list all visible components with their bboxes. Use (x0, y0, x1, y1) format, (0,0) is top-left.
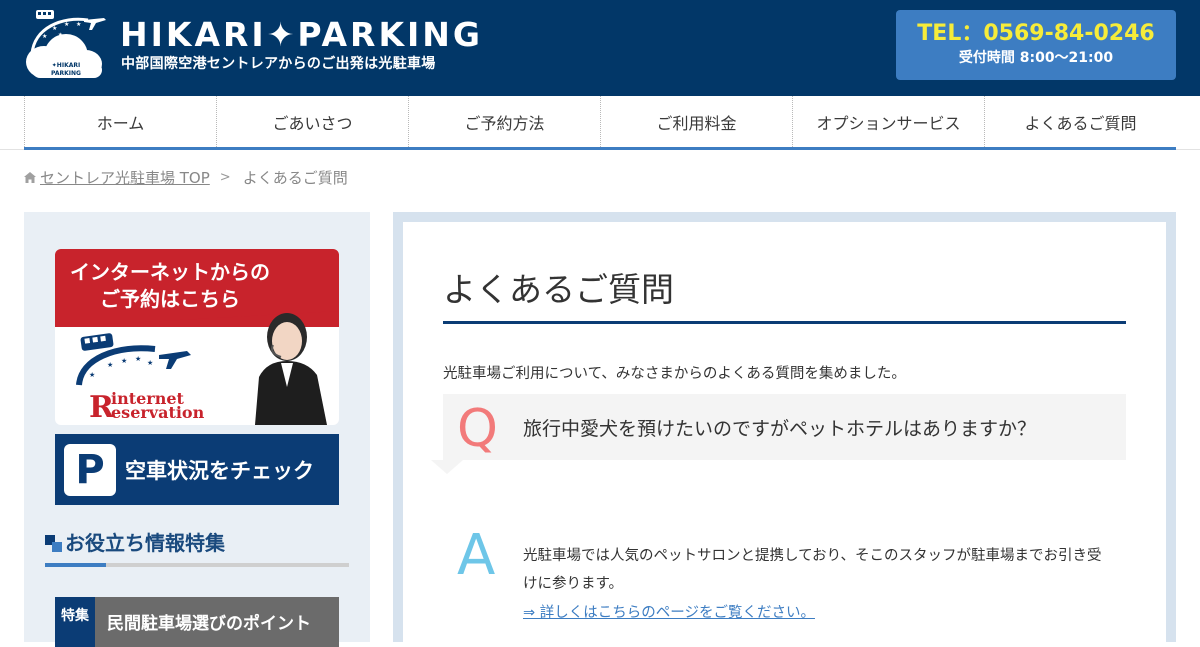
brand-tagline: 中部国際空港セントレアからのご出発は光駐車場 (121, 56, 436, 72)
svg-text:★: ★ (107, 361, 113, 369)
global-nav-list: ホーム ごあいさつ ご予約方法 ご利用料金 オプションサービス よくあるご質問 (24, 96, 1176, 150)
svg-text:A: A (457, 524, 495, 580)
svg-text:★: ★ (58, 32, 63, 38)
nav-item-option-services[interactable]: オプションサービス (792, 96, 984, 147)
useful-info-heading: お役立ち情報特集 (45, 528, 349, 568)
tel-box[interactable]: TEL：0569-84-0246 受付時間 8:00〜21:00 (896, 10, 1176, 80)
nav-item-home[interactable]: ホーム (24, 96, 216, 147)
site-header: ★ ★ ★ ★ ★ ✦HIKARI PARKING HIKARI✦PARKING… (0, 0, 1200, 96)
answer-a-icon: A (457, 524, 495, 580)
svg-text:★: ★ (89, 371, 95, 379)
answer-text: 光駐車場では人気のペットサロンと提携しており、そこのスタッフが駐車場までお引き受… (523, 548, 1102, 592)
nav-item-how-to-reserve[interactable]: ご予約方法 (408, 96, 600, 147)
question-text: 旅行中愛犬を預けたいのですがペットホテルはありますか？ (523, 418, 1037, 440)
svg-text:★: ★ (147, 359, 153, 367)
svg-text:★: ★ (52, 25, 57, 32)
heading-underline (45, 563, 349, 567)
parking-icon: P (64, 443, 116, 496)
useful-info-heading-text: お役立ち情報特集 (65, 531, 225, 555)
heading-underline-accent (45, 563, 106, 567)
breadcrumb-current: よくあるご質問 (242, 168, 348, 187)
svg-text:★: ★ (64, 21, 69, 28)
feature-title: 民間駐車場選びのポイント (107, 614, 311, 634)
title-underline (443, 321, 1126, 324)
svg-text:★: ★ (42, 33, 47, 40)
brand-name[interactable]: HIKARI✦PARKING (120, 16, 483, 54)
tel-number[interactable]: TEL：0569-84-0246 (896, 20, 1176, 48)
feature-article-banner[interactable]: 特集 民間駐車場選びのポイント (55, 597, 339, 647)
breadcrumb-home-link[interactable]: セントレア光駐車場 TOP (40, 167, 210, 188)
reservation-banner-en-2: eservation (111, 403, 205, 422)
question-q-icon: Q (457, 399, 498, 456)
svg-text:★: ★ (76, 21, 81, 28)
page-title: よくあるご質問 (443, 270, 674, 309)
business-hours: 受付時間 8:00〜21:00 (958, 50, 1114, 66)
reservation-en-line2: eservation (111, 403, 205, 422)
global-nav: ホーム ごあいさつ ご予約方法 ご利用料金 オプションサービス よくあるご質問 (0, 96, 1200, 150)
logo-badge-line2: PARKING (51, 70, 81, 77)
logo-badge-line1: ✦HIKARI (52, 62, 80, 69)
svg-text:★: ★ (121, 357, 127, 365)
nav-item-greeting[interactable]: ごあいさつ (216, 96, 408, 147)
intro-text: 光駐車場ご利用について、みなさまからのよくある質問を集めました。 (443, 366, 906, 382)
svg-text:Q: Q (457, 399, 498, 456)
vacancy-check-label: 空車状況をチェック (125, 457, 314, 483)
answer-detail-link[interactable]: ⇒ 詳しくはこちらのページをご覧ください。 (523, 601, 815, 622)
site-logo-icon[interactable]: ★ ★ ★ ★ ★ ✦HIKARI PARKING (22, 6, 108, 82)
feature-tag: 特集 (55, 597, 95, 647)
sidebar: インターネットからの ご予約はこちら ★ ★ ★ ★ ★ R internet … (24, 212, 370, 647)
square-bullet-icon (45, 535, 62, 552)
operator-illustration-icon: ★ ★ ★ ★ ★ R (55, 311, 339, 425)
breadcrumb: セントレア光駐車場 TOP > よくあるご質問 (24, 166, 348, 188)
vacancy-check-banner[interactable]: P 空車状況をチェック (55, 434, 339, 505)
question-pointer (431, 460, 463, 474)
internet-reservation-banner[interactable]: インターネットからの ご予約はこちら ★ ★ ★ ★ ★ R internet … (55, 249, 339, 425)
svg-text:★: ★ (135, 355, 141, 363)
breadcrumb-separator: > (219, 169, 231, 185)
main-content: よくあるご質問 光駐車場ご利用について、みなさまからのよくある質問を集めました。… (403, 222, 1166, 642)
nav-item-pricing[interactable]: ご利用料金 (600, 96, 792, 147)
nav-item-faq[interactable]: よくあるご質問 (984, 96, 1176, 147)
home-icon (24, 171, 36, 183)
main-frame: よくあるご質問 光駐車場ご利用について、みなさまからのよくある質問を集めました。… (393, 212, 1176, 642)
faq-question: Q 旅行中愛犬を預けたいのですがペットホテルはありますか？ (443, 394, 1126, 460)
